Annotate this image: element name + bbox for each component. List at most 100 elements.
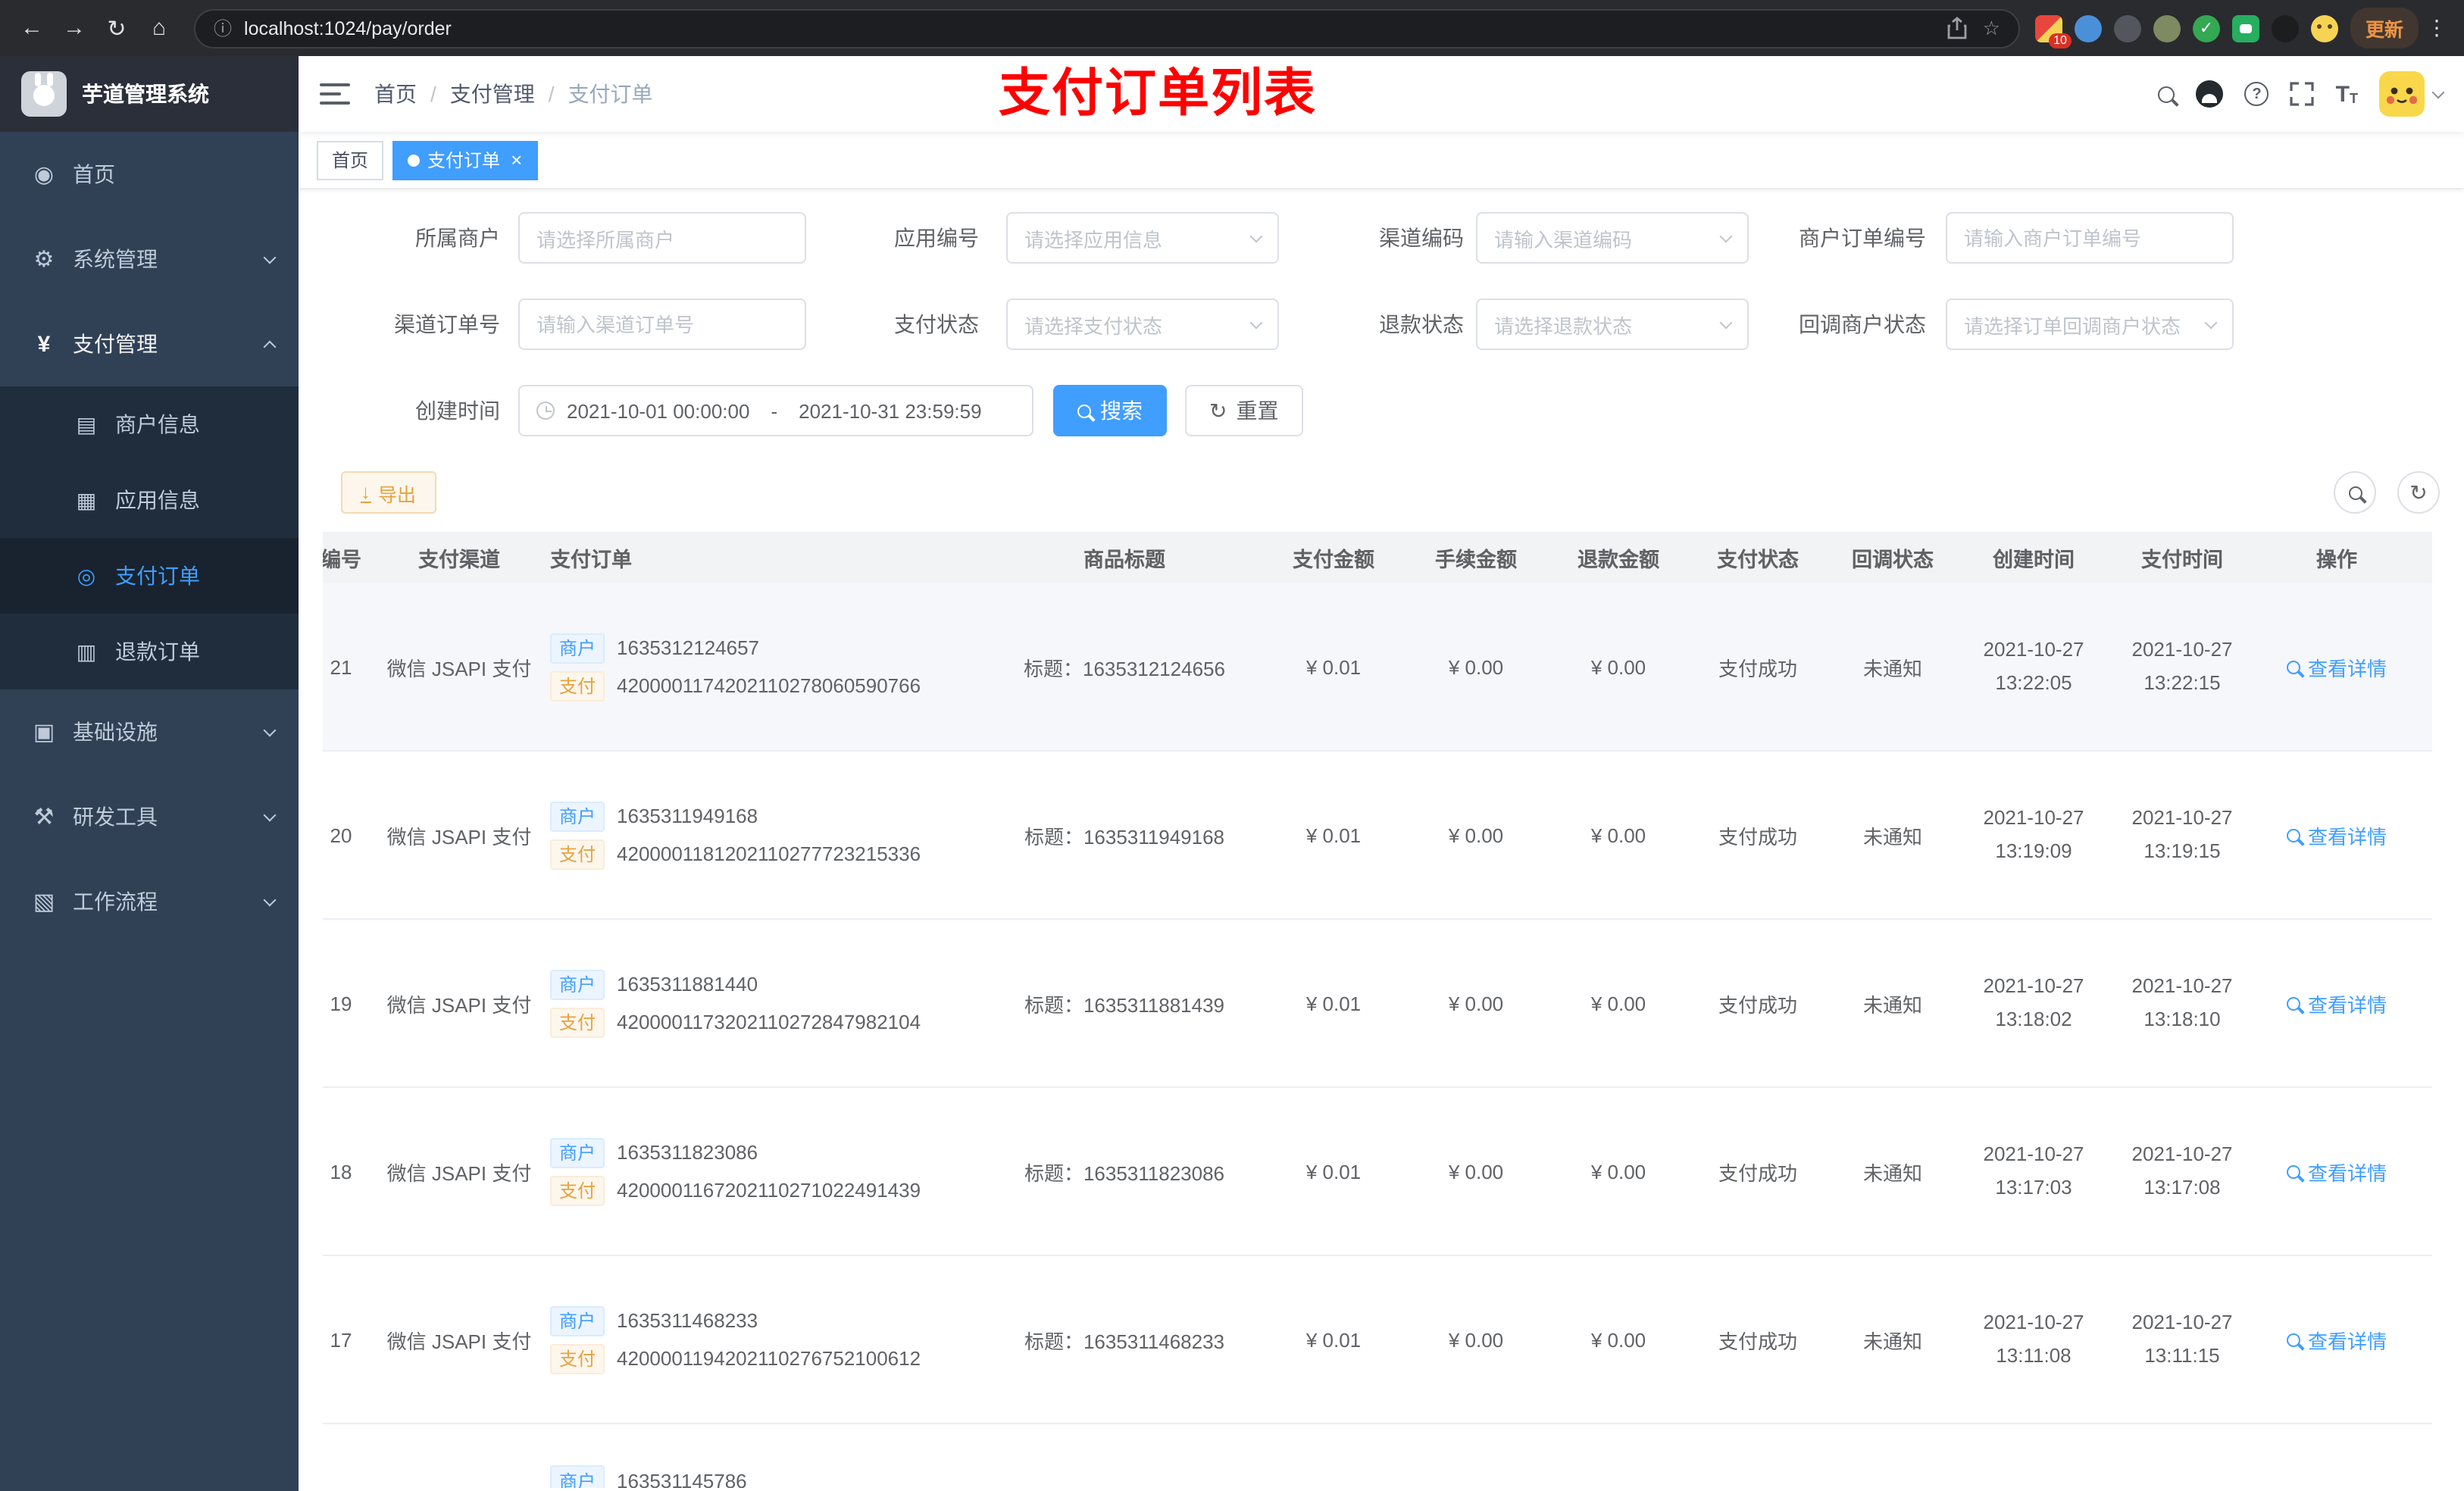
bookmark-star-icon[interactable]: ☆ <box>1983 16 2000 40</box>
browser-home-icon[interactable]: ⌂ <box>139 8 179 48</box>
sidebar-item-system[interactable]: ⚙ 系统管理 <box>0 217 299 302</box>
extensions-area: 10 ✓ <box>2034 14 2338 48</box>
pay-tag: 支付 <box>550 670 605 701</box>
sidebar-item-merchant-info[interactable]: ▤ 商户信息 <box>0 386 299 462</box>
extension-icon[interactable]: 10 <box>2034 14 2072 48</box>
github-icon[interactable] <box>2196 80 2224 108</box>
notify-status-select[interactable]: 请选择订单回调商户状态 <box>1946 299 2234 350</box>
close-icon[interactable]: × <box>511 150 522 170</box>
breadcrumb-separator: / <box>548 82 555 106</box>
profile-avatar-icon[interactable] <box>2310 14 2338 42</box>
merchant-order-no-label: 商户订单编号 <box>1799 226 1926 250</box>
browser-reload-icon[interactable]: ↻ <box>97 8 136 48</box>
browser-back-icon[interactable]: ← <box>12 8 52 48</box>
share-icon[interactable] <box>1948 17 1968 39</box>
sidebar-item-payment[interactable]: ¥ 支付管理 <box>0 302 299 386</box>
site-info-icon[interactable]: ⓘ <box>214 15 232 41</box>
col-header-notify: 回调状态 <box>1852 549 1934 571</box>
merchant-order-no: 1635311468233 <box>617 1309 758 1332</box>
toggle-search-button[interactable] <box>2334 471 2376 514</box>
channel-code-select[interactable]: 请输入渠道编码 <box>1476 212 1749 264</box>
cell-refund: ¥ 0.00 <box>1590 655 1646 678</box>
cell-create-time: 2021-10-27 13:17:03 <box>1983 1142 2084 1199</box>
tab-home[interactable]: 首页 <box>317 140 384 180</box>
breadcrumb-payment[interactable]: 支付管理 <box>450 79 535 109</box>
merchant-select[interactable]: 请选择所属商户 <box>518 212 806 264</box>
sidebar-item-pay-order[interactable]: ◎ 支付订单 <box>0 538 299 614</box>
app-id-select[interactable]: 请选择应用信息 <box>1006 212 1279 264</box>
table-row: 19 微信 JSAPI 支付 商户 1635311881440 支付 4200001… <box>323 920 2432 1088</box>
merchant-tag: 商户 <box>550 1137 605 1167</box>
sidebar-item-app-info[interactable]: ▦ 应用信息 <box>0 462 299 538</box>
tab-pay-order[interactable]: 支付订单 × <box>392 140 538 180</box>
cell-action: 查看详情 <box>2256 821 2417 849</box>
extension-icon[interactable] <box>2231 14 2259 42</box>
sidebar-item-home[interactable]: ◉ 首页 <box>0 132 299 217</box>
grid-icon: ▦ <box>76 487 97 511</box>
chevron-down-icon <box>263 892 277 906</box>
address-bar[interactable]: ⓘ localhost:1024/pay/order ☆ <box>194 8 2020 48</box>
sidebar-item-workflow[interactable]: ▧ 工作流程 <box>0 859 299 944</box>
channel-pay-no: 4200001167202110271022491439 <box>617 1179 921 1202</box>
avatar-image <box>2379 71 2425 117</box>
view-detail-link[interactable]: 查看详情 <box>2286 821 2387 849</box>
view-detail-link[interactable]: 查看详情 <box>2286 652 2387 681</box>
col-header-status: 支付状态 <box>1717 549 1799 571</box>
chevron-down-icon <box>263 808 277 821</box>
cell-channel: 微信 JSAPI 支付 <box>386 993 532 1016</box>
user-avatar[interactable] <box>2379 71 2445 117</box>
col-header-fee: 手续金额 <box>1435 549 1517 571</box>
cell-id: 17 <box>330 1328 352 1351</box>
help-icon[interactable]: ? <box>2244 82 2269 106</box>
font-size-icon[interactable]: TT <box>2336 83 2358 105</box>
magnifier-icon <box>2286 660 2300 674</box>
fullscreen-icon[interactable] <box>2290 82 2315 106</box>
extension-icon[interactable] <box>2153 14 2181 42</box>
channel-pay-no: 4200001173202110272847982104 <box>617 1011 921 1033</box>
channel-order-no-input[interactable] <box>518 299 806 350</box>
create-time-label: 创建时间 <box>415 399 500 423</box>
sidebar-menu: ◉ 首页 ⚙ 系统管理 ¥ 支付管理 ▤ 商户信息 ▦ 应用信息 ◎ 支付订单 … <box>0 132 299 1491</box>
cell-amount: ¥ 0.01 <box>1305 1328 1362 1351</box>
pay-status-label: 支付状态 <box>894 312 979 336</box>
sidebar-item-dev-tools[interactable]: ⚒ 研发工具 <box>0 774 299 859</box>
breadcrumb: 首页 / 支付管理 / 支付订单 <box>374 79 653 109</box>
chevron-down-icon <box>1249 229 1263 242</box>
merchant-order-no-input[interactable] <box>1946 212 2234 264</box>
app-id-label: 应用编号 <box>894 226 979 250</box>
search-icon[interactable] <box>2158 86 2175 102</box>
cell-create-time: 2021-10-27 13:18:02 <box>1983 974 2084 1030</box>
view-detail-link[interactable]: 查看详情 <box>2286 1157 2387 1186</box>
chevron-down-icon <box>1249 315 1263 329</box>
table-row: 20 微信 JSAPI 支付 商户 1635311949168 支付 4200001… <box>323 752 2432 920</box>
sidebar-logo[interactable]: 芋道管理系统 <box>0 56 299 132</box>
browser-forward-icon[interactable]: → <box>55 8 94 48</box>
refresh-table-button[interactable]: ↻ <box>2397 471 2440 514</box>
chevron-down-icon <box>263 723 277 736</box>
merchant-order-no: 1635311881440 <box>617 973 758 996</box>
extension-icon[interactable]: ✓ <box>2192 14 2220 42</box>
breadcrumb-home[interactable]: 首页 <box>374 79 417 109</box>
cell-id: 21 <box>330 655 352 678</box>
chevron-down-icon <box>2431 85 2445 98</box>
view-detail-link[interactable]: 查看详情 <box>2286 989 2387 1017</box>
col-header-id: 编号 <box>323 549 361 571</box>
sidebar-item-infrastructure[interactable]: ▣ 基础设施 <box>0 689 299 774</box>
table-row: 21 微信 JSAPI 支付 商户 1635312124657 支付 4200001… <box>323 583 2432 752</box>
pay-status-select[interactable]: 请选择支付状态 <box>1006 299 1279 350</box>
extension-icon[interactable] <box>2074 14 2102 42</box>
sidebar-item-refund-order[interactable]: ▥ 退款订单 <box>0 614 299 689</box>
cell-pay-time: 2021-10-27 13:11:15 <box>2131 1311 2233 1367</box>
date-range-picker[interactable]: 2021-10-01 00:00:00 - 2021-10-31 23:59:5… <box>518 385 1033 436</box>
merchant-tag: 商户 <box>550 969 605 999</box>
view-detail-link[interactable]: 查看详情 <box>2286 1325 2387 1354</box>
export-button[interactable]: ↓ 导出 <box>341 471 436 514</box>
browser-menu-icon[interactable]: ⋮ <box>2422 15 2452 41</box>
refund-status-select[interactable]: 请选择退款状态 <box>1476 299 1749 350</box>
search-button[interactable]: 搜索 <box>1053 385 1167 436</box>
hamburger-icon[interactable] <box>320 83 350 105</box>
chrome-update-button[interactable]: 更新 <box>2350 8 2419 48</box>
extension-icon[interactable] <box>2271 14 2299 42</box>
reset-button[interactable]: ↻ 重置 <box>1185 385 1303 436</box>
extension-icon[interactable] <box>2113 14 2141 42</box>
